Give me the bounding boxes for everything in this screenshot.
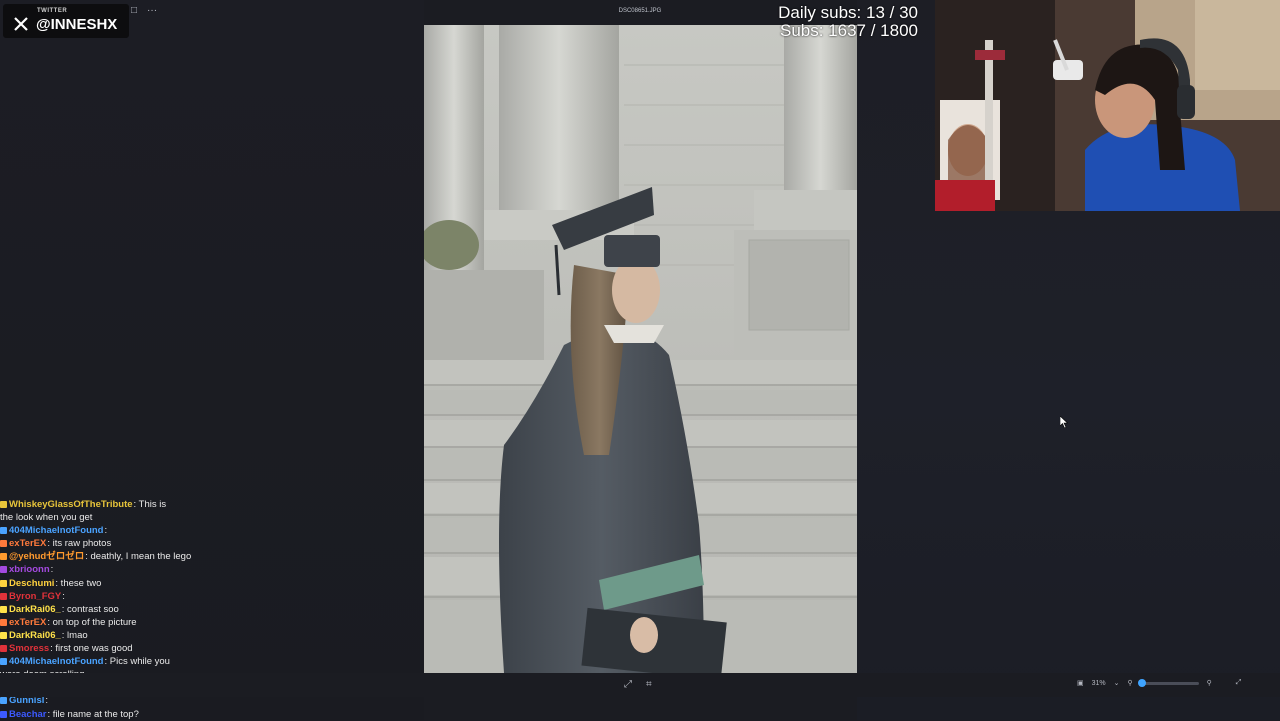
image-icon[interactable]: ▣ — [1077, 679, 1084, 687]
chat-badge-icon — [0, 710, 7, 718]
mouse-cursor-icon — [1060, 416, 1068, 428]
chat-text: : lmao — [61, 629, 88, 641]
chat-text: : — [45, 695, 49, 707]
chevron-down-icon[interactable]: ⌄ — [1114, 679, 1120, 687]
chat-badge-icon — [0, 592, 7, 600]
chat-message: @yehudゼロゼロ: deathly, I mean the lego — [0, 550, 230, 563]
chat-username[interactable]: 404MichaelnotFound — [9, 525, 103, 536]
zoom-slider[interactable] — [1138, 678, 1199, 687]
chat-username[interactable]: Smoress — [9, 643, 49, 654]
chat-text: : contrast soo — [61, 603, 119, 615]
chat-message: DarkRai06_: contrast soo — [0, 603, 230, 616]
fit-screen-icon[interactable]: ⤢ — [624, 679, 632, 690]
chat-message: Smoress: first one was good — [0, 642, 230, 655]
chat-username[interactable]: 404MichaelnotFound — [9, 656, 103, 667]
chat-text: : on top of the picture — [47, 616, 137, 628]
zoom-controls: ▣ 31% ⌄ ⚲ ⚲ ⤢ — [1077, 678, 1242, 687]
chat-badge-icon — [0, 540, 7, 548]
graduation-photo — [424, 25, 857, 673]
chat-username[interactable]: DarkRai06_ — [9, 604, 61, 615]
sub-counters: Daily subs: 13 / 30 Subs: 1637 / 1800 — [700, 4, 918, 40]
chat-message: WhiskeyGlassOfTheTribute: This is — [0, 498, 230, 511]
chat-text: : This is — [133, 499, 167, 510]
chat-username[interactable]: Gunnisl — [9, 695, 44, 706]
chat-badge-icon — [0, 605, 7, 613]
chat-message: Deschumi: these two — [0, 577, 230, 590]
chat-message: Byron_FGY: — [0, 590, 230, 603]
chat-username[interactable]: @yehudゼロゼロ — [9, 551, 84, 562]
chat-message: Beachar: file name at the top? — [0, 708, 230, 721]
chat-username[interactable]: exTerEX — [9, 617, 46, 628]
chat-username[interactable]: Deschumi — [9, 578, 54, 589]
chat-username[interactable]: Beachar — [9, 709, 47, 720]
chat-badge-icon — [0, 501, 7, 508]
twitter-handle: @INNESHX — [36, 16, 118, 33]
chat-text: : deathly, I mean the lego — [85, 551, 192, 563]
chat-text: : — [104, 525, 108, 537]
photo-image — [424, 25, 857, 673]
chat-message: DarkRai06_: lmao — [0, 629, 230, 642]
chat-badge-icon — [0, 631, 7, 639]
chat-username[interactable]: Byron_FGY — [9, 591, 61, 602]
chat-text: : first one was good — [50, 643, 133, 655]
chat-message: 404MichaelnotFound: — [0, 524, 230, 537]
chat-text: : these two — [55, 577, 102, 589]
zoom-out-icon[interactable]: ⚲ — [1128, 679, 1133, 687]
webcam-image — [935, 0, 1280, 211]
chat-username[interactable]: WhiskeyGlassOfTheTribute — [9, 499, 133, 510]
chat-text: the look when you get — [0, 512, 93, 524]
chat-username[interactable]: exTerEX — [9, 538, 46, 549]
fullscreen-icon[interactable]: ⤢ — [1236, 679, 1242, 687]
chat-text: : — [62, 590, 65, 602]
subs-counter: Subs: 1637 / 1800 — [779, 21, 918, 40]
chat-badge-icon — [0, 645, 7, 653]
chat-badge-icon — [0, 658, 7, 666]
viewer-center-controls: ⤢ ⌗ — [624, 679, 652, 690]
chat-text: : — [50, 564, 54, 576]
chat-message: exTerEX: on top of the picture — [0, 616, 230, 629]
twitter-overlay: TWITTER @INNESHX — [3, 4, 129, 38]
chat-badge-icon — [0, 618, 7, 626]
webcam-feed — [935, 0, 1280, 211]
chat-message: 404MichaelnotFound: Pics while you — [0, 655, 230, 668]
more-icon[interactable]: ··· — [147, 5, 157, 16]
copy-icon[interactable]: □ — [131, 5, 137, 16]
zoom-in-icon[interactable]: ⚲ — [1207, 679, 1212, 687]
chat-message: the look when you get — [0, 511, 230, 524]
twitter-label: TWITTER — [37, 8, 68, 14]
chat-message: exTerEX: its raw photos — [0, 537, 230, 550]
chat-text: : Pics while you — [104, 656, 170, 668]
chat-badge-icon — [0, 553, 7, 561]
chat-badge-icon — [0, 697, 7, 705]
crop-icon[interactable]: ⌗ — [646, 679, 652, 690]
chat-text: : file name at the top? — [47, 708, 139, 720]
daily-subs-counter: Daily subs: 13 / 30 — [778, 3, 918, 22]
chat-badge-icon — [0, 579, 7, 587]
viewer-top-icons: □ ··· — [131, 5, 157, 16]
viewer-bottom-bar: ⤢ ⌗ ▣ 31% ⌄ ⚲ ⚲ ⤢ — [0, 673, 1280, 697]
chat-text: : its raw photos — [47, 538, 112, 550]
zoom-level[interactable]: 31% — [1092, 680, 1106, 687]
chat-badge-icon — [0, 566, 7, 574]
x-logo-icon — [14, 17, 28, 31]
chat-message: xbrioonn: — [0, 563, 230, 576]
chat-username[interactable]: DarkRai06_ — [9, 630, 61, 641]
photo-filename: DSC08651.JPG — [618, 8, 662, 14]
zoom-slider-knob[interactable] — [1138, 678, 1147, 687]
chat-badge-icon — [0, 527, 7, 535]
chat-username[interactable]: xbrioonn — [9, 564, 50, 575]
